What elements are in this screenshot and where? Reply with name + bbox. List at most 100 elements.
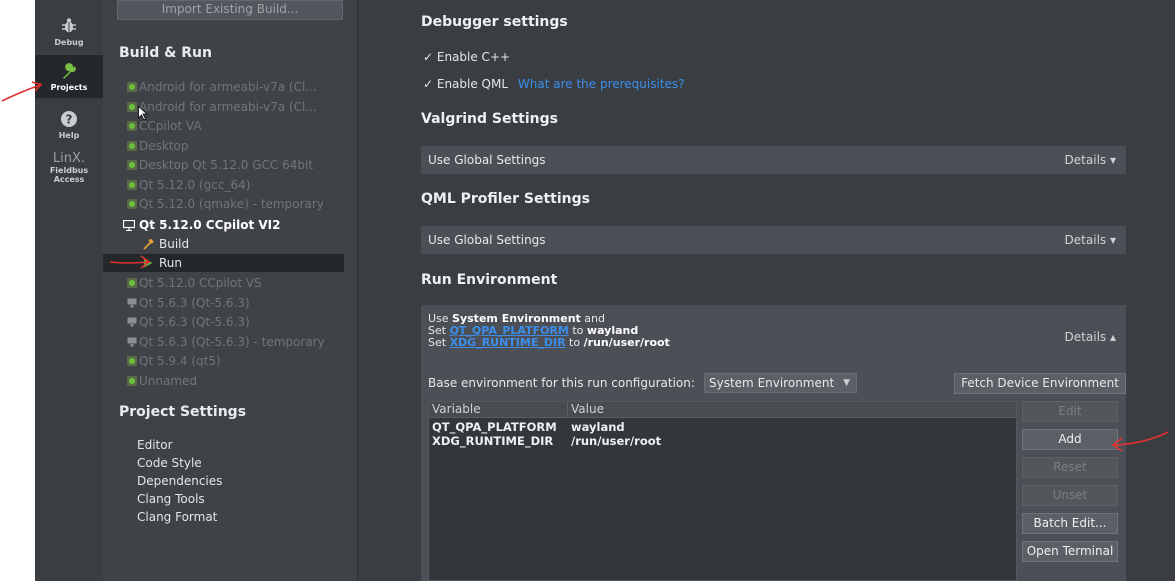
- mode-debug[interactable]: Debug: [35, 10, 103, 52]
- hammer-icon: [143, 239, 154, 250]
- settings-editor[interactable]: Editor: [137, 437, 173, 454]
- kit-item-label: Desktop: [139, 138, 189, 153]
- kit-active-label: Qt 5.12.0 CCpilot VI2: [139, 218, 281, 232]
- valgrind-settings-bar[interactable]: Use Global Settings Details ▾: [421, 146, 1126, 174]
- kit-item-label: Qt 5.6.3 (Qt-5.6.3): [139, 295, 250, 310]
- enable-cpp-checkbox[interactable]: ✓ Enable C++: [423, 50, 510, 64]
- settings-code-style[interactable]: Code Style: [137, 455, 202, 472]
- kit-item[interactable]: Qt 5.6.3 (Qt-5.6.3) - temporary: [127, 333, 325, 351]
- kit-ok-icon: [127, 82, 137, 92]
- table-header: Variable Value: [429, 402, 1016, 418]
- settings-clang-format[interactable]: Clang Format: [137, 509, 217, 526]
- column-value[interactable]: Value: [571, 402, 604, 417]
- kit-item[interactable]: Qt 5.6.3 (Qt-5.6.3): [127, 294, 250, 312]
- monitor-icon: [123, 220, 135, 231]
- kit-item[interactable]: Android for armeabi-v7a (Cl...: [127, 98, 317, 116]
- add-button[interactable]: Add: [1022, 429, 1118, 450]
- mode-linx-fieldbus[interactable]: LinX. Fieldbus Access: [35, 152, 103, 192]
- run-environment-details-toggle[interactable]: Details ▴: [1065, 330, 1116, 344]
- enable-qml-row: ✓ Enable QML What are the prerequisites?: [423, 77, 685, 91]
- kit-run-item[interactable]: Run: [144, 254, 183, 272]
- prerequisites-link[interactable]: What are the prerequisites?: [518, 77, 685, 91]
- valgrind-details-toggle[interactable]: Details ▾: [1065, 153, 1116, 167]
- kit-item[interactable]: Qt 5.6.3 (Qt-5.6.3): [127, 313, 250, 331]
- mode-bar: Debug Projects ? Help LinX. Fieldbus Acc…: [35, 0, 103, 581]
- kit-item-label: Qt 5.12.0 (gcc_64): [139, 177, 251, 192]
- qml-profiler-settings-title: QML Profiler Settings: [421, 191, 590, 207]
- kit-ok-icon: [127, 356, 137, 366]
- wrench-icon: [63, 63, 76, 79]
- fetch-device-environment-button[interactable]: Fetch Device Environment: [954, 373, 1126, 394]
- mode-help[interactable]: ? Help: [35, 104, 103, 146]
- kit-active[interactable]: Qt 5.12.0 CCpilot VI2: [123, 216, 281, 234]
- qml-profiler-details-toggle[interactable]: Details ▾: [1065, 233, 1116, 247]
- base-environment-value: System Environment: [709, 376, 835, 390]
- kit-ok-icon: [127, 121, 137, 131]
- kit-item[interactable]: Android for armeabi-v7a (Cl...: [127, 78, 317, 96]
- kit-item-label: Qt 5.6.3 (Qt-5.6.3): [139, 315, 250, 329]
- settings-dependencies[interactable]: Dependencies: [137, 473, 222, 490]
- summary-var-link[interactable]: XDG_RUNTIME_DIR: [450, 336, 566, 349]
- summary-value: /run/user/root: [583, 336, 670, 349]
- qml-profiler-settings-value: Use Global Settings: [428, 233, 546, 247]
- summary-text: to: [565, 336, 584, 349]
- valgrind-settings-title: Valgrind Settings: [421, 111, 558, 127]
- qml-profiler-settings-bar[interactable]: Use Global Settings Details ▾: [421, 226, 1126, 254]
- kit-ok-icon: [127, 278, 137, 288]
- kit-build-label: Build: [159, 237, 190, 251]
- settings-clang-tools[interactable]: Clang Tools: [137, 491, 205, 508]
- kit-ok-icon: [127, 199, 137, 209]
- mode-debug-label: Debug: [54, 38, 84, 47]
- base-environment-select[interactable]: System Environment ▼: [704, 373, 857, 393]
- project-settings-title: Project Settings: [119, 404, 247, 420]
- base-environment-label: Base environment for this run configurat…: [428, 376, 695, 390]
- play-icon: [144, 258, 153, 268]
- kit-item[interactable]: Desktop Qt 5.12.0 GCC 64bit: [127, 156, 313, 174]
- project-panel: Import Existing Build... Build & Run And…: [103, 0, 357, 581]
- kit-item-label: Qt 5.12.0 CCpilot VS: [139, 276, 262, 290]
- column-variable[interactable]: Variable: [432, 402, 481, 417]
- run-row-highlight: [103, 254, 344, 272]
- kit-item[interactable]: CCpilot VA: [127, 117, 202, 135]
- kit-item[interactable]: Qt 5.9.4 (qt5): [127, 352, 221, 370]
- linx-logo: LinX.: [52, 151, 86, 166]
- kit-item-label: Android for armeabi-v7a (Cl...: [139, 99, 317, 114]
- unset-button[interactable]: Unset: [1022, 485, 1118, 506]
- kit-ok-icon: [127, 179, 137, 190]
- import-existing-build-button[interactable]: Import Existing Build...: [117, 0, 343, 20]
- kit-run-label: Run: [159, 256, 183, 270]
- mode-projects[interactable]: Projects: [35, 55, 103, 98]
- kit-monitor-icon: [127, 337, 137, 346]
- kit-item[interactable]: Desktop: [127, 137, 189, 155]
- kit-ok-icon: [127, 101, 137, 112]
- column-separator[interactable]: [567, 402, 568, 418]
- debugger-settings-title: Debugger settings: [421, 14, 568, 30]
- run-environment-title: Run Environment: [421, 272, 558, 288]
- run-environment-box: Use System Environment and Set QT_QPA_PL…: [421, 305, 1126, 581]
- environment-summary: Use System Environment and Set QT_QPA_PL…: [428, 313, 670, 349]
- table-row[interactable]: XDG_RUNTIME_DIR /run/user/root: [429, 434, 1016, 449]
- batch-edit-button[interactable]: Batch Edit...: [1022, 513, 1118, 534]
- bug-icon: [62, 18, 76, 33]
- mode-help-label: Help: [58, 131, 80, 140]
- kit-item[interactable]: Qt 5.12.0 (gcc_64): [127, 176, 251, 194]
- linx-label-1: Fieldbus: [49, 166, 89, 175]
- kit-item[interactable]: Qt 5.12.0 CCpilot VS: [127, 274, 262, 292]
- open-terminal-button[interactable]: Open Terminal: [1022, 541, 1118, 562]
- enable-qml-checkbox[interactable]: ✓ Enable QML: [423, 77, 508, 91]
- kit-item-label: Android for armeabi-v7a (Cl...: [139, 80, 317, 94]
- kit-ok-icon: [127, 160, 137, 170]
- kit-build-item[interactable]: Build: [143, 235, 190, 253]
- kit-item[interactable]: Qt 5.12.0 (qmake) - temporary: [127, 195, 324, 213]
- table-row[interactable]: QT_QPA_PLATFORM wayland: [429, 420, 1016, 435]
- reset-button[interactable]: Reset: [1022, 457, 1118, 478]
- valgrind-settings-value: Use Global Settings: [428, 153, 546, 167]
- svg-text:?: ?: [66, 113, 73, 127]
- linx-label-2: Access: [53, 175, 85, 184]
- kit-item-label: Qt 5.12.0 (qmake) - temporary: [139, 197, 324, 211]
- environment-table[interactable]: Variable Value QT_QPA_PLATFORM wayland X…: [428, 401, 1017, 581]
- run-settings-panel: Debugger settings ✓ Enable C++ ✓ Enable …: [358, 0, 1175, 581]
- edit-button[interactable]: Edit: [1022, 401, 1118, 422]
- kit-item-label: Unnamed: [139, 373, 198, 388]
- kit-item[interactable]: Unnamed: [127, 372, 198, 390]
